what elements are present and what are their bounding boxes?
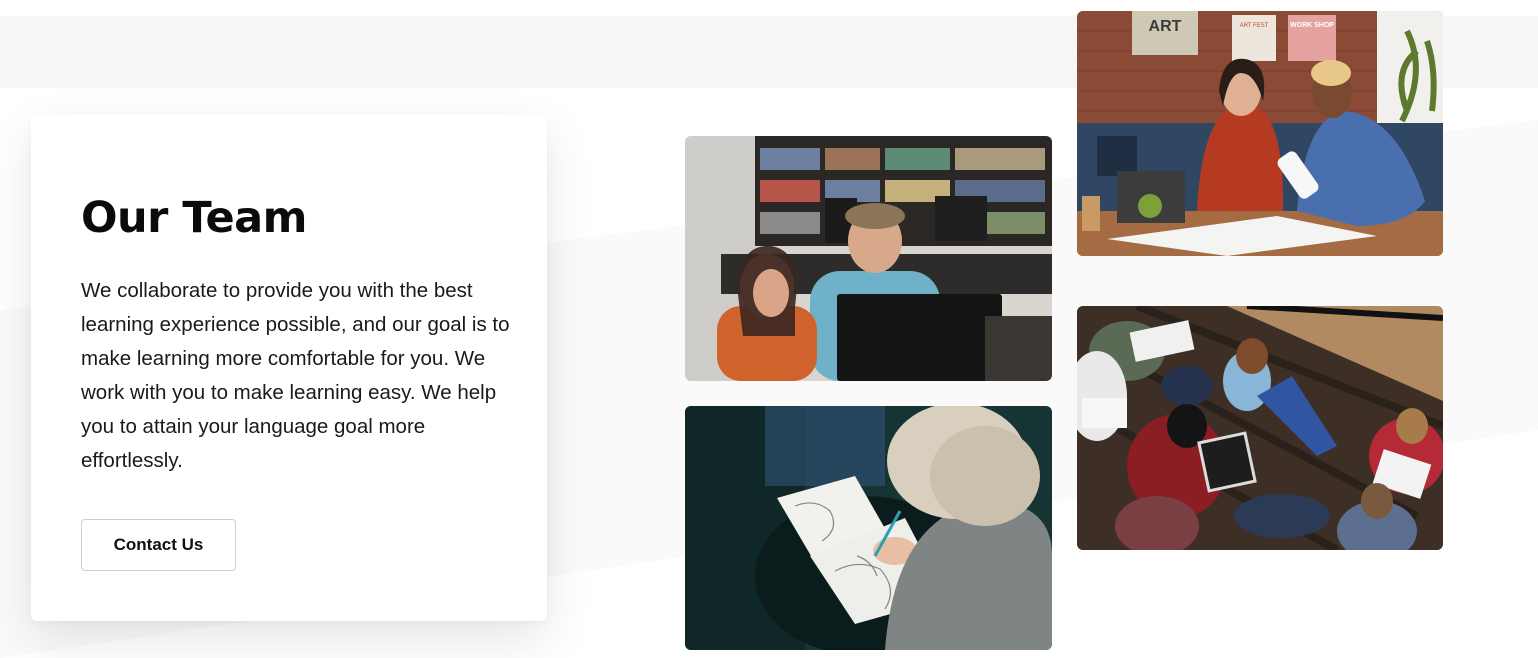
team-card: Our Team We collaborate to provide you w…: [31, 115, 547, 621]
stairs-photo: [1077, 306, 1443, 550]
art-room-photo: ART ART FEST WORK SHOP: [1077, 11, 1443, 256]
section-title: Our Team: [81, 193, 307, 243]
art-fest-poster-text: ART FEST: [1240, 23, 1269, 29]
art-poster-text: ART: [1149, 18, 1182, 35]
library-photo: [685, 136, 1052, 381]
sketching-photo: [685, 406, 1052, 650]
contact-us-button[interactable]: Contact Us: [81, 519, 236, 571]
workshop-poster-text: WORK SHOP: [1290, 22, 1334, 29]
section-description: We collaborate to provide you with the b…: [81, 279, 510, 472]
